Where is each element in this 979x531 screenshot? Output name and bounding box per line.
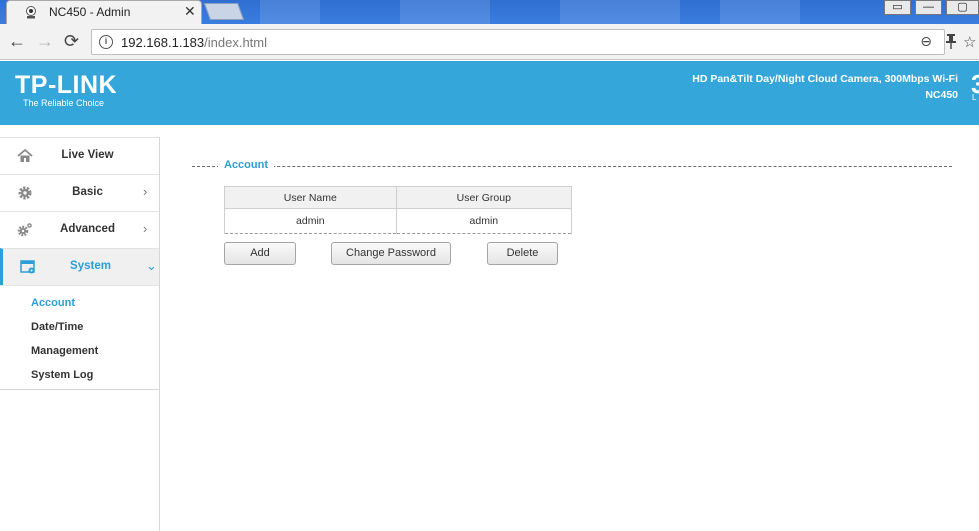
sidebar-item-system[interactable]: System ⌄ [0, 248, 159, 285]
zoom-icon[interactable]: ⊖ [920, 33, 932, 50]
site-info-icon[interactable]: i [99, 35, 113, 49]
background-blur [400, 0, 490, 24]
background-blur [260, 0, 320, 24]
submenu-item-management[interactable]: Management [0, 343, 159, 367]
section-divider [192, 166, 952, 167]
sidebar-item-label: Basic [72, 186, 103, 198]
url-text: 192.168.1.183/index.html [121, 35, 267, 50]
logo-tagline: The Reliable Choice [23, 98, 105, 108]
new-tab-button[interactable] [203, 3, 245, 20]
url-path: /index.html [204, 35, 268, 50]
sidebar-item-basic[interactable]: Basic › [0, 174, 159, 211]
sidebar-item-advanced[interactable]: Advanced › [0, 211, 159, 248]
minimize-button[interactable]: — [915, 0, 942, 15]
cell-user-group: admin [395, 208, 573, 234]
maximize-button[interactable]: ▢ [946, 0, 979, 15]
submenu-item-date-time[interactable]: Date/Time [0, 319, 159, 343]
background-blur [720, 0, 800, 24]
browser-tab[interactable]: NC450 - Admin ✕ [6, 0, 202, 24]
chevron-right-icon: › [143, 184, 148, 199]
address-bar[interactable]: i 192.168.1.183/index.html ⊖ [91, 29, 945, 55]
delete-button[interactable]: Delete [487, 242, 558, 265]
app-header: TP-LINK The Reliable Choice HD Pan&Tilt … [0, 61, 979, 125]
add-button[interactable]: Add [224, 242, 296, 265]
tp-link-logo: TP-LINK The Reliable Choice [15, 71, 118, 109]
chevron-down-icon: ⌄ [146, 258, 157, 273]
sidebar: Live View Basic › Advanced › System ⌄ Ac… [0, 137, 160, 531]
url-host: 192.168.1.183 [121, 35, 205, 50]
column-header-user-group: User Group [395, 186, 573, 209]
logo-brand: TP-LINK [15, 71, 118, 99]
column-header-user-name: User Name [224, 186, 397, 209]
submenu-item-system-log[interactable]: System Log [0, 367, 159, 391]
product-model: NC450 [925, 89, 958, 101]
table-header-row: User Name User Group [224, 186, 573, 209]
product-description: HD Pan&Tilt Day/Night Cloud Camera, 300M… [692, 71, 958, 103]
sidebar-item-live-view[interactable]: Live View [0, 137, 159, 174]
browser-toolbar: ← → ⟳ i 192.168.1.183/index.html ⊖ ☆ [0, 24, 979, 60]
camera-favicon-icon [26, 6, 36, 19]
reload-icon[interactable]: ⟳ [64, 32, 79, 50]
tab-close-icon[interactable]: ✕ [184, 3, 196, 20]
system-submenu: Account Date/Time Management System Log [0, 285, 159, 390]
forward-icon[interactable]: → [36, 32, 54, 50]
submenu-item-account[interactable]: Account [0, 295, 159, 319]
sidebar-item-label: Advanced [60, 223, 115, 235]
header-edge-label: L [972, 93, 977, 102]
product-name: HD Pan&Tilt Day/Night Cloud Camera, 300M… [692, 73, 958, 85]
tab-title: NC450 - Admin [49, 5, 131, 19]
user-profile-button[interactable]: ▭ [884, 0, 911, 15]
sidebar-item-label: Live View [61, 149, 114, 161]
change-password-button[interactable]: Change Password [331, 242, 451, 265]
section-title: Account [218, 159, 274, 171]
pin-extension-icon[interactable] [946, 34, 956, 50]
table-row[interactable]: admin admin [224, 208, 573, 234]
bookmark-star-icon[interactable]: ☆ [963, 33, 976, 51]
background-blur [560, 0, 680, 24]
user-table: User Name User Group admin admin [224, 186, 573, 234]
chevron-right-icon: › [143, 221, 148, 236]
back-icon[interactable]: ← [8, 32, 26, 50]
cell-user-name: admin [224, 208, 397, 234]
browser-tab-strip: NC450 - Admin ✕ ▭ — ▢ [0, 0, 979, 24]
